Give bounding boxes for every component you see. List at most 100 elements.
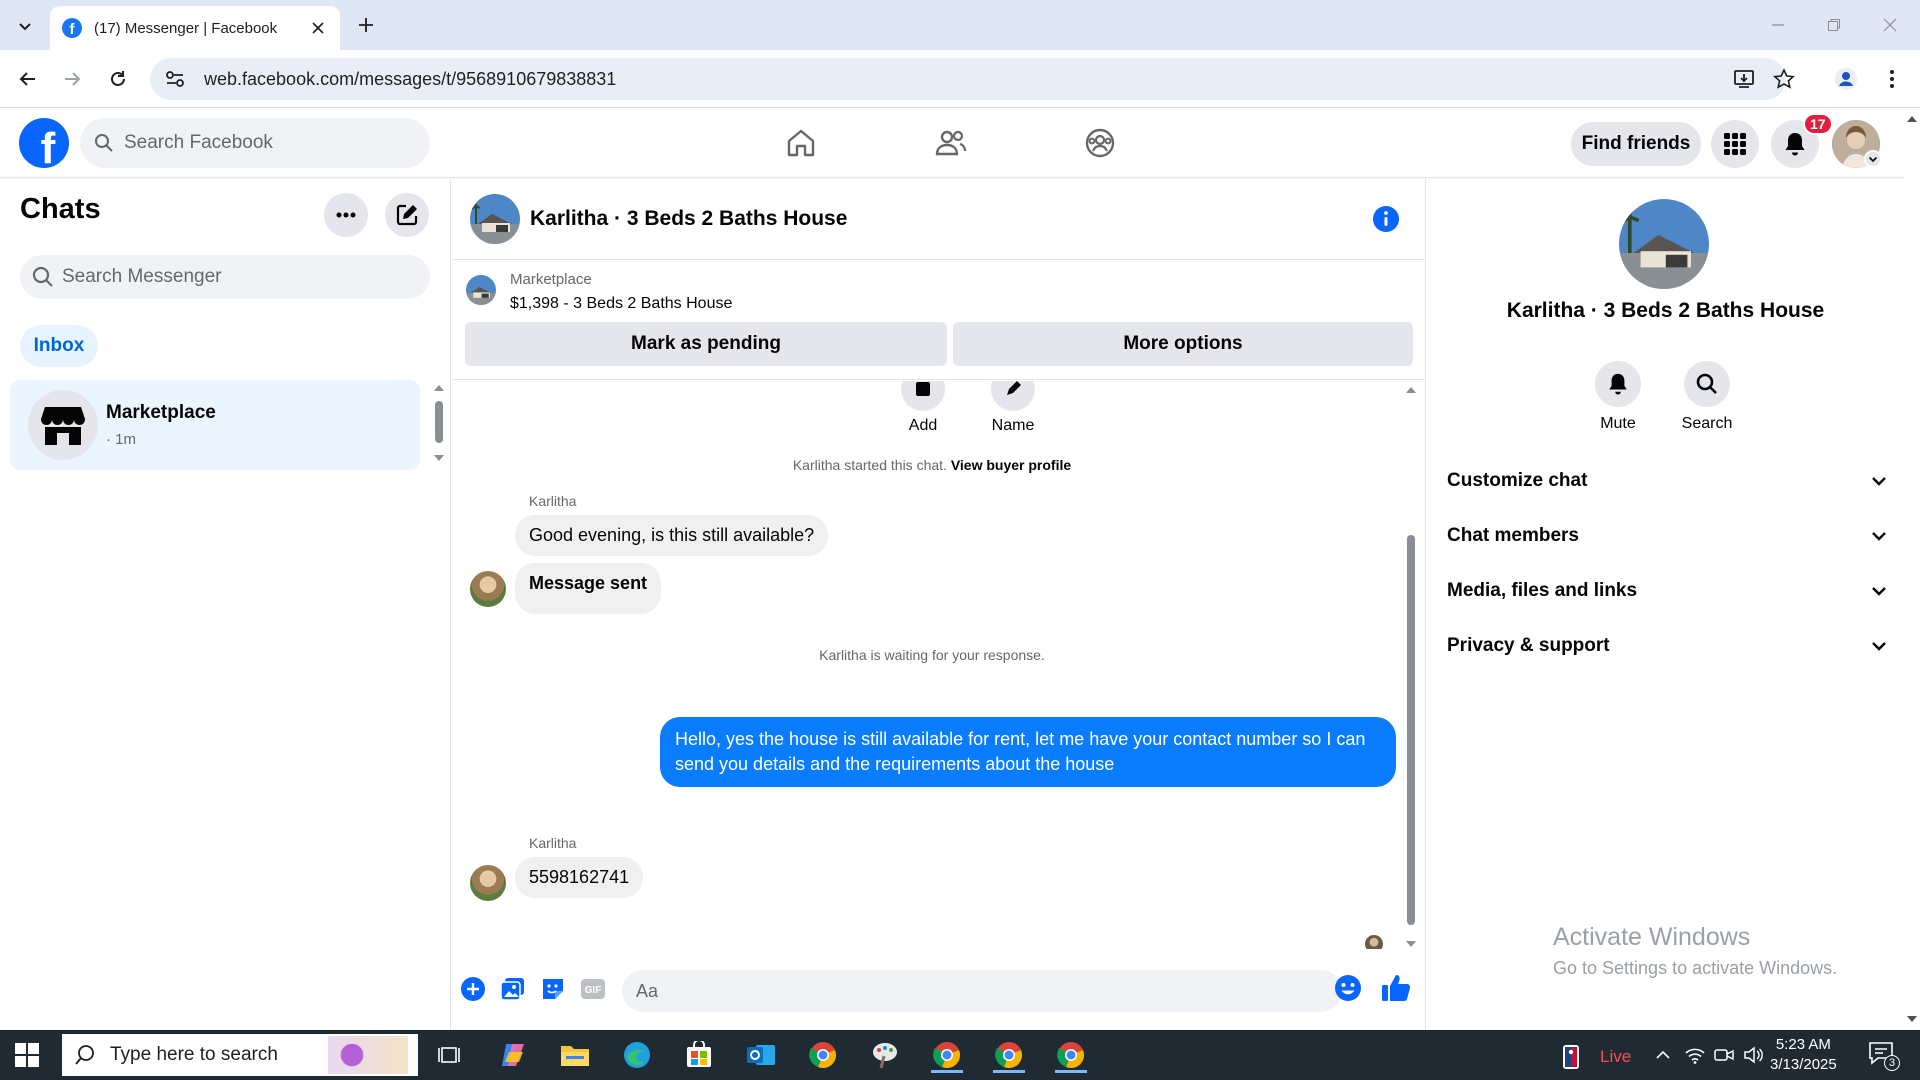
- menu-button[interactable]: [1711, 120, 1759, 168]
- profile-button[interactable]: [1830, 63, 1862, 95]
- facebook-header: f Search Facebook Find friends 17: [0, 108, 1904, 178]
- tab-search-button[interactable]: [10, 11, 40, 41]
- emoji-icon[interactable]: [1334, 974, 1362, 1002]
- show-hidden-icons-button[interactable]: [1651, 1043, 1675, 1067]
- back-button[interactable]: [12, 63, 44, 95]
- url-text: web.facebook.com/messages/t/956891067983…: [204, 68, 617, 89]
- task-view-button[interactable]: [432, 1037, 468, 1073]
- clock-time: 5:23 AM: [1775, 1036, 1831, 1053]
- search-in-conversation-action[interactable]: Search: [1667, 361, 1747, 433]
- pinned-app[interactable]: [867, 1037, 903, 1073]
- browser-tab-messenger[interactable]: f (17) Messenger | Facebook: [50, 6, 340, 50]
- name-chat-action[interactable]: Name: [973, 381, 1053, 435]
- chrome-profile-app[interactable]: [991, 1037, 1027, 1073]
- forward-button[interactable]: [56, 63, 88, 95]
- listing-thumbnail[interactable]: [466, 275, 496, 305]
- edge-app[interactable]: [619, 1037, 655, 1073]
- more-horizontal-icon: [336, 212, 356, 218]
- bookmark-button[interactable]: [1768, 63, 1800, 95]
- more-options-button[interactable]: More options: [953, 322, 1413, 366]
- mark-as-pending-button[interactable]: Mark as pending: [465, 322, 947, 366]
- customize-chat-section[interactable]: Customize chat: [1447, 461, 1887, 501]
- outlook-icon: [747, 1045, 775, 1065]
- notification-center-button[interactable]: 3: [1868, 1041, 1900, 1071]
- windows-start-icon[interactable]: [12, 1040, 42, 1070]
- home-nav-button[interactable]: [778, 120, 824, 166]
- volume-control[interactable]: [1741, 1043, 1765, 1067]
- search-label: Search: [1681, 415, 1733, 432]
- meet-now-button[interactable]: [1712, 1043, 1736, 1067]
- close-icon: [1883, 18, 1897, 32]
- tab-close-button[interactable]: [308, 18, 328, 38]
- copilot-app[interactable]: [495, 1037, 531, 1073]
- chat-started-notice: Karlitha started this chat. View buyer p…: [452, 457, 1412, 473]
- media-files-links-section[interactable]: Media, files and links: [1447, 571, 1887, 611]
- sender-name: Karlitha: [529, 835, 577, 851]
- chats-scrollbar[interactable]: [432, 383, 446, 463]
- reload-button[interactable]: [102, 63, 134, 95]
- thread-scrollbar-thumb[interactable]: [1407, 535, 1415, 925]
- outlook-app[interactable]: [743, 1037, 779, 1073]
- gif-button[interactable]: GIF: [578, 974, 608, 1004]
- wifi-icon: [1685, 1048, 1705, 1064]
- incoming-message[interactable]: 5598162741: [515, 857, 644, 898]
- thumbs-up-icon[interactable]: [1380, 972, 1412, 1004]
- chrome-profile-app[interactable]: [929, 1037, 965, 1073]
- listing-avatar[interactable]: [470, 194, 520, 244]
- network-status[interactable]: [1683, 1043, 1707, 1067]
- incoming-message[interactable]: Good evening, is this still available?: [515, 515, 829, 556]
- conversation-list-item[interactable]: Marketplace · 1m: [10, 380, 420, 470]
- sender-avatar[interactable]: [470, 571, 506, 607]
- sticker-button[interactable]: [538, 974, 568, 1004]
- name-chat-circle: [991, 381, 1035, 411]
- attach-photo-button[interactable]: [498, 974, 528, 1004]
- address-bar[interactable]: web.facebook.com/messages/t/956891067983…: [150, 58, 1786, 100]
- window-close-button[interactable]: [1870, 10, 1910, 40]
- window-restore-button[interactable]: [1814, 10, 1854, 40]
- new-message-button[interactable]: [385, 193, 429, 237]
- find-friends-button[interactable]: Find friends: [1571, 122, 1701, 166]
- more-actions-button[interactable]: [458, 974, 488, 1004]
- chrome-app[interactable]: [805, 1037, 841, 1073]
- system-clock[interactable]: 5:23 AM 3/13/2025: [1770, 1035, 1837, 1075]
- chats-scrollbar-thumb[interactable]: [435, 401, 443, 443]
- messenger-search-input[interactable]: Search Messenger: [20, 255, 430, 299]
- inbox-filter-tab[interactable]: Inbox: [20, 325, 98, 367]
- news-widget[interactable]: Live: [1562, 1044, 1631, 1070]
- taskbar-search-input[interactable]: Type here to search: [62, 1034, 418, 1076]
- mute-action[interactable]: Mute: [1578, 361, 1658, 433]
- view-buyer-profile-link[interactable]: View buyer profile: [951, 457, 1071, 473]
- new-tab-button[interactable]: [352, 11, 380, 39]
- chat-members-section[interactable]: Chat members: [1447, 516, 1887, 556]
- add-contact-action[interactable]: Add: [883, 381, 963, 435]
- thread-scrollbar[interactable]: [1403, 385, 1419, 949]
- incoming-message[interactable]: Message sent: [515, 563, 662, 614]
- facebook-logo[interactable]: f: [19, 118, 69, 168]
- info-icon[interactable]: [1372, 205, 1400, 233]
- message-thread: Add Name Karlitha started this chat. Vie…: [452, 381, 1426, 949]
- listing-price-title[interactable]: $1,398 - 3 Beds 2 Baths House: [510, 295, 732, 313]
- chats-title: Chats: [20, 193, 101, 225]
- minimize-icon: [1772, 24, 1784, 26]
- chats-options-button[interactable]: [324, 193, 368, 237]
- account-menu-caret[interactable]: [1864, 150, 1882, 168]
- file-explorer-app[interactable]: [557, 1037, 593, 1073]
- gallery-icon: [500, 978, 524, 1001]
- facebook-search-input[interactable]: Search Facebook: [80, 118, 430, 168]
- page-scrollbar[interactable]: [1904, 108, 1920, 1030]
- outgoing-message[interactable]: Hello, yes the house is still available …: [660, 717, 1396, 788]
- pencil-icon: [1007, 381, 1021, 395]
- plus-circle-icon: [461, 977, 485, 1001]
- details-avatar[interactable]: [1619, 199, 1709, 289]
- privacy-support-section[interactable]: Privacy & support: [1447, 626, 1887, 666]
- friends-nav-button[interactable]: [928, 120, 974, 166]
- chevron-down-icon: [1872, 532, 1886, 541]
- browser-menu-button[interactable]: [1876, 63, 1908, 95]
- chrome-profile-app[interactable]: [1053, 1037, 1089, 1073]
- store-app[interactable]: [681, 1037, 717, 1073]
- message-input[interactable]: Aa: [622, 970, 1342, 1012]
- window-minimize-button[interactable]: [1758, 10, 1798, 40]
- install-app-button[interactable]: [1728, 63, 1760, 95]
- groups-nav-button[interactable]: [1077, 120, 1123, 166]
- sender-avatar[interactable]: [470, 865, 506, 901]
